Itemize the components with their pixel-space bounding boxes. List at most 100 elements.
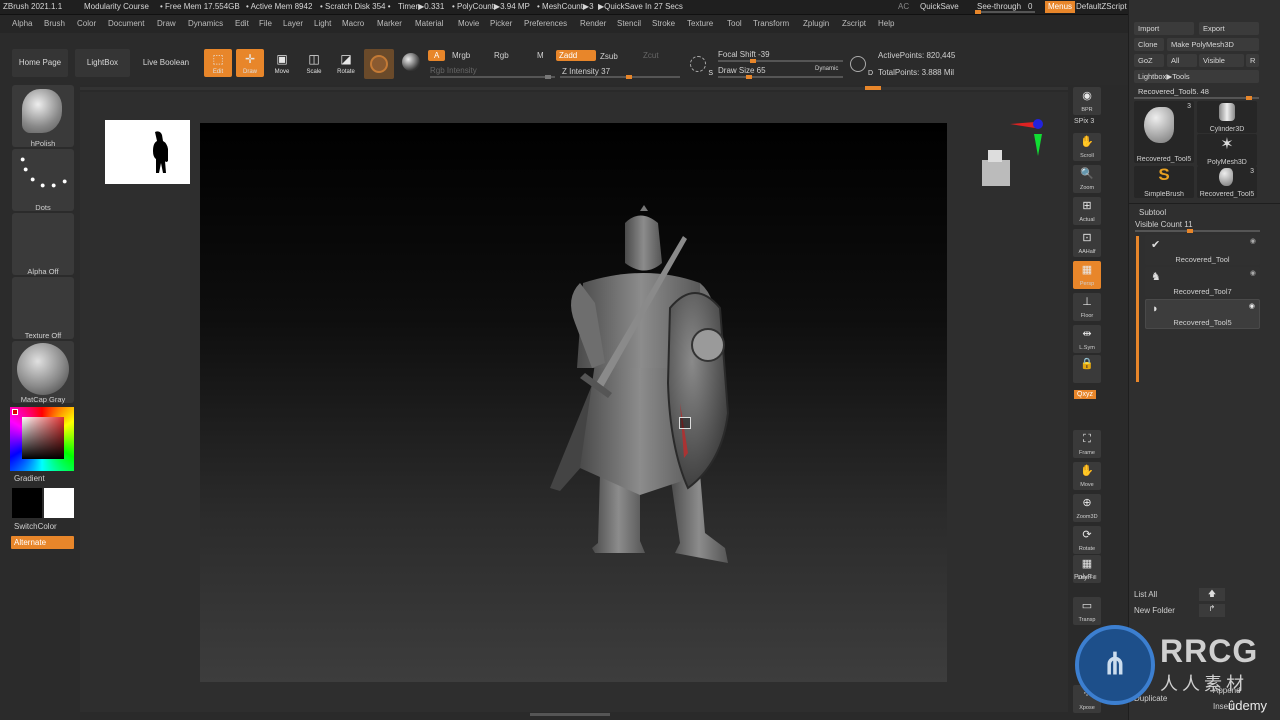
dynamic-toggle[interactable]: Dynamic xyxy=(815,66,838,72)
canvas-scrollbar-bottom[interactable] xyxy=(530,713,610,716)
rotate-button[interactable]: ◪ Rotate xyxy=(332,49,360,77)
zadd-button[interactable]: Zadd xyxy=(556,50,596,61)
draw-button[interactable]: ✛ Draw xyxy=(236,49,264,77)
menu-render[interactable]: Render xyxy=(580,19,606,28)
menu-zscript[interactable]: Zscript xyxy=(842,19,866,28)
move-up-button[interactable]: 🡅 xyxy=(1199,588,1225,601)
clone-button[interactable]: Clone xyxy=(1134,38,1164,51)
scroll-button[interactable]: ✋ Scroll xyxy=(1073,133,1101,161)
menu-texture[interactable]: Texture xyxy=(687,19,713,28)
actual-button[interactable]: ⊞ Actual xyxy=(1073,197,1101,225)
tool-thumb-cylinder[interactable]: Cylinder3D xyxy=(1197,101,1257,133)
menu-layer[interactable]: Layer xyxy=(283,19,303,28)
visible-count-slider[interactable] xyxy=(1135,229,1260,233)
new-folder-button[interactable]: New Folder xyxy=(1134,606,1175,615)
color-picker[interactable] xyxy=(10,407,74,471)
spix-button[interactable]: SPix 3 xyxy=(1074,118,1094,125)
menu-tool[interactable]: Tool xyxy=(727,19,742,28)
subtool-scrollbar[interactable] xyxy=(1136,236,1139,382)
texture-slot[interactable]: Texture Off xyxy=(12,277,74,340)
gyro-button[interactable] xyxy=(399,51,423,75)
tool-thumb-simplebrush[interactable]: S SimpleBrush xyxy=(1134,165,1194,198)
tool-thumb-recovered-1[interactable]: 3 Recovered_Tool5 xyxy=(1134,101,1194,163)
lightbox-tools-button[interactable]: Lightbox▶Tools xyxy=(1134,70,1259,83)
menu-marker[interactable]: Marker xyxy=(377,19,402,28)
tool-thumb-polymesh[interactable]: ✶ PolyMesh3D xyxy=(1197,134,1257,166)
mrgb-button[interactable]: Mrgb xyxy=(452,51,470,60)
menu-color[interactable]: Color xyxy=(77,19,96,28)
material-slot[interactable]: MatCap Gray xyxy=(12,341,74,404)
frame-button[interactable]: ⛶ Frame xyxy=(1073,430,1101,458)
quicksave-button[interactable]: QuickSave xyxy=(920,2,959,11)
subtool-item-selected[interactable]: ◗ ◉ Recovered_Tool5 xyxy=(1145,299,1260,329)
menu-zplugin[interactable]: Zplugin xyxy=(803,19,829,28)
menu-macro[interactable]: Macro xyxy=(342,19,364,28)
gradient-label[interactable]: Gradient xyxy=(14,474,45,483)
floor-button[interactable]: ⊥ Floor xyxy=(1073,293,1101,321)
material-sphere-button[interactable] xyxy=(364,49,394,79)
list-all-button[interactable]: List All xyxy=(1134,590,1157,599)
zoom-button[interactable]: 🔍 Zoom xyxy=(1073,165,1101,193)
rgb-intensity-slider[interactable] xyxy=(430,75,555,79)
current-tool-track[interactable] xyxy=(1134,96,1259,100)
zsub-button[interactable]: Zsub xyxy=(600,52,618,61)
scale-button[interactable]: ◫ Scale xyxy=(300,49,328,77)
edit-button[interactable]: ⬚ Edit xyxy=(204,49,232,77)
default-zscript-button[interactable]: DefaultZScript xyxy=(1076,2,1127,11)
view-cube[interactable] xyxy=(978,148,1014,190)
dots-button[interactable]: D xyxy=(848,54,873,77)
eye-icon[interactable]: ◉ xyxy=(1250,237,1256,245)
eye-icon[interactable]: ◉ xyxy=(1249,302,1255,310)
export-button[interactable]: Export xyxy=(1199,22,1259,35)
all-button[interactable]: All xyxy=(1167,54,1197,67)
color-sv-square[interactable] xyxy=(22,417,64,459)
zcut-button[interactable]: Zcut xyxy=(643,51,659,60)
menu-picker[interactable]: Picker xyxy=(490,19,512,28)
rgb-button[interactable]: Rgb xyxy=(494,51,509,60)
subtool-item[interactable]: ✔ ◉ Recovered_Tool xyxy=(1145,235,1260,265)
perspective-button[interactable]: ▦ Persp xyxy=(1073,261,1101,289)
home-page-button[interactable]: Home Page xyxy=(12,49,68,77)
rotate-button[interactable]: ⟳ Rotate xyxy=(1073,526,1101,554)
subtool-item[interactable]: ♞ ◉ Recovered_Tool7 xyxy=(1145,267,1260,297)
alternate-button[interactable]: Alternate xyxy=(11,536,74,549)
visible-button[interactable]: Visible xyxy=(1199,54,1244,67)
draw-size-slider[interactable] xyxy=(718,75,843,79)
import-button[interactable]: Import xyxy=(1134,22,1194,35)
menu-movie[interactable]: Movie xyxy=(458,19,479,28)
menu-edit[interactable]: Edit xyxy=(235,19,249,28)
bpr-button[interactable]: ◉ BPR xyxy=(1073,87,1101,115)
see-through-slider[interactable] xyxy=(975,10,1035,14)
focal-shift-button[interactable]: S xyxy=(688,54,713,77)
main-color-swatch[interactable] xyxy=(12,488,42,518)
polyf-button[interactable]: PolyF xyxy=(1074,574,1092,581)
goz-button[interactable]: GoZ xyxy=(1134,54,1164,67)
canvas-scrollbar-top[interactable] xyxy=(80,86,1068,90)
menu-alpha[interactable]: Alpha xyxy=(12,19,32,28)
see-through-label[interactable]: See-through xyxy=(977,2,1021,11)
menus-button[interactable]: Menus xyxy=(1045,1,1076,13)
menu-transform[interactable]: Transform xyxy=(753,19,789,28)
a-toggle[interactable]: A xyxy=(428,50,446,61)
menu-document[interactable]: Document xyxy=(108,19,144,28)
local-symmetry-button[interactable]: ⇹ L.Sym xyxy=(1073,325,1101,353)
live-boolean-button[interactable]: Live Boolean xyxy=(137,49,195,77)
menu-file[interactable]: File xyxy=(259,19,272,28)
make-polymesh-button[interactable]: Make PolyMesh3D xyxy=(1167,38,1259,51)
switch-color-button[interactable]: SwitchColor xyxy=(14,522,57,531)
aahalf-button[interactable]: ⊡ AAHalf xyxy=(1073,229,1101,257)
move-button[interactable]: ✋ Move xyxy=(1073,462,1101,490)
menu-light[interactable]: Light xyxy=(314,19,331,28)
lightbox-button[interactable]: LightBox xyxy=(75,49,130,77)
xyz-button[interactable]: Qxyz xyxy=(1074,390,1096,399)
r-button[interactable]: R xyxy=(1246,54,1259,67)
eye-icon[interactable]: ◉ xyxy=(1250,269,1256,277)
secondary-color-swatch[interactable] xyxy=(44,488,74,518)
menu-dynamics[interactable]: Dynamics xyxy=(188,19,223,28)
menu-stroke[interactable]: Stroke xyxy=(652,19,675,28)
lock-button[interactable]: 🔒 xyxy=(1073,355,1101,383)
tool-thumb-recovered-2[interactable]: 3 Recovered_Tool5 xyxy=(1197,166,1257,198)
menu-help[interactable]: Help xyxy=(878,19,894,28)
folder-action-button[interactable]: ↱ xyxy=(1199,604,1225,617)
stroke-slot[interactable]: ● ● ● ● ● ● Dots xyxy=(12,149,74,212)
